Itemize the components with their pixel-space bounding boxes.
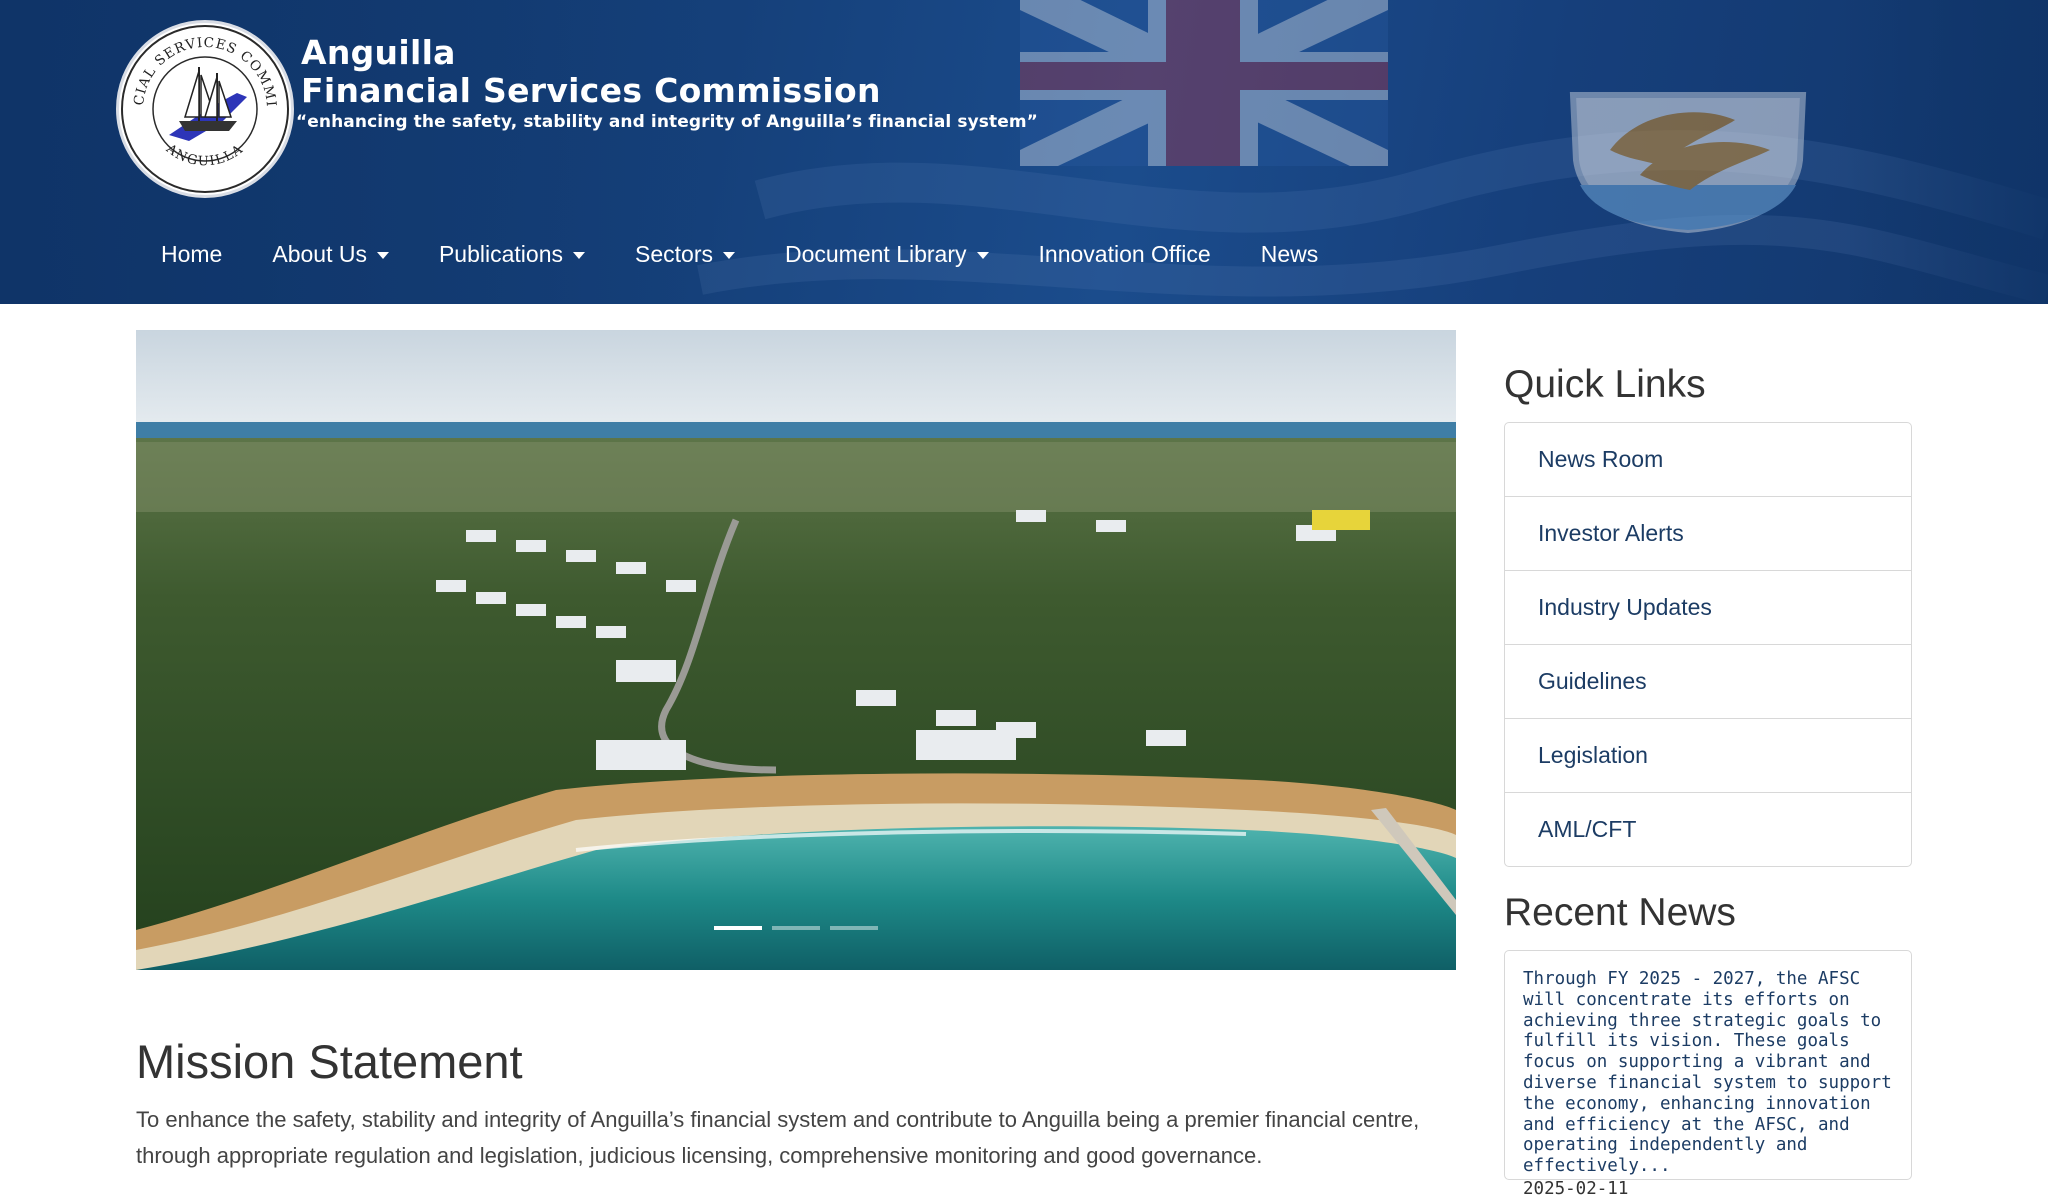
site-tagline: “enhancing the safety, stability and int… (296, 112, 1038, 132)
quick-link-guidelines[interactable]: Guidelines (1505, 645, 1911, 719)
carousel-indicator-3[interactable] (830, 926, 878, 930)
chevron-down-icon (573, 251, 585, 259)
nav-home[interactable]: Home (136, 241, 247, 268)
afsc-seal-logo[interactable]: FINANCIAL SERVICES COMMISSION ANGUILLA (116, 20, 294, 198)
nav-document-library-label: Document Library (784, 240, 967, 267)
carousel-indicator-1[interactable] (714, 926, 762, 930)
quick-link-news-room[interactable]: News Room (1505, 423, 1911, 497)
nav-innovation-office-label: Innovation Office (1038, 240, 1211, 267)
nav-home-label: Home (161, 240, 223, 267)
site-title-line2: Financial Services Commission (301, 71, 881, 110)
nav-sectors[interactable]: Sectors (610, 241, 760, 268)
nav-innovation-office[interactable]: Innovation Office (1014, 241, 1236, 268)
hero-carousel[interactable] (136, 330, 1456, 970)
quick-links-list: News Room Investor Alerts Industry Updat… (1504, 422, 1912, 867)
site-title-line1: Anguilla (301, 33, 456, 72)
news-item-text[interactable]: Through FY 2025 - 2027, the AFSC will co… (1523, 969, 1895, 1177)
quick-link-aml-cft[interactable]: AML/CFT (1505, 793, 1911, 866)
carousel-indicator-2[interactable] (772, 926, 820, 930)
carousel-indicators (136, 926, 1456, 930)
nav-publications-label: Publications (438, 240, 563, 267)
main-nav: Home About Us Publications Sectors Docum… (136, 226, 1343, 282)
quick-link-industry-updates[interactable]: Industry Updates (1505, 571, 1911, 645)
nav-document-library[interactable]: Document Library (760, 241, 1014, 268)
mission-title: Mission Statement (136, 1035, 523, 1088)
chevron-down-icon (376, 251, 389, 259)
quick-link-investor-alerts[interactable]: Investor Alerts (1505, 497, 1911, 571)
site-header: FINANCIAL SERVICES COMMISSION ANGUILLA A… (0, 0, 2048, 304)
recent-news-card: Through FY 2025 - 2027, the AFSC will co… (1504, 950, 1912, 1199)
mission-text: To enhance the safety, stability and int… (136, 1107, 1420, 1168)
aerial-coast-photo (136, 330, 1456, 970)
recent-news-heading: Recent News (1504, 891, 1736, 934)
nav-about-us-label: About Us (272, 240, 367, 267)
news-item-date: 2025-02-11 (1523, 1178, 1629, 1199)
nav-news-label: News (1260, 240, 1319, 267)
nav-sectors-label: Sectors (635, 240, 713, 267)
nav-publications[interactable]: Publications (414, 241, 610, 268)
chevron-down-icon (722, 251, 735, 259)
quick-links-heading: Quick Links (1504, 363, 1706, 406)
quick-link-legislation[interactable]: Legislation (1505, 719, 1911, 793)
nav-news[interactable]: News (1236, 241, 1344, 268)
seal-graphic: FINANCIAL SERVICES COMMISSION ANGUILLA (119, 23, 289, 193)
site-title[interactable]: Anguilla Financial Services Commission (301, 34, 881, 110)
chevron-down-icon (976, 251, 989, 259)
nav-about-us[interactable]: About Us (247, 241, 414, 268)
